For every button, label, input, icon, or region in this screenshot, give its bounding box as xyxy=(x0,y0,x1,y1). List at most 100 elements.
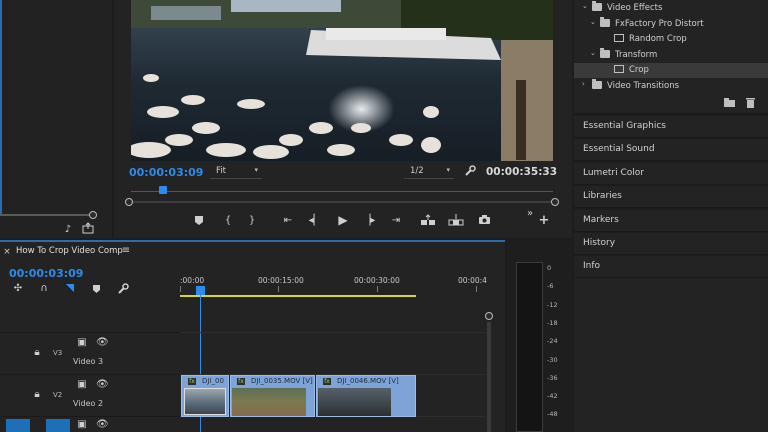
timeline-playhead-head[interactable] xyxy=(196,286,205,295)
meter-scale-label: -36 xyxy=(547,373,558,382)
program-playhead[interactable] xyxy=(159,186,167,194)
go-to-out-icon[interactable]: ⇥ xyxy=(388,215,404,227)
timeline-tab-underline xyxy=(0,240,505,242)
add-marker-timeline-icon[interactable] xyxy=(64,283,78,294)
work-area-bar[interactable] xyxy=(180,295,416,297)
panel-tab-label: Essential Sound xyxy=(583,144,655,155)
effects-tree-item[interactable]: Random Crop xyxy=(574,32,768,47)
effects-tree-item[interactable]: ⌄ Video Effects xyxy=(574,1,768,16)
add-marker-icon[interactable] xyxy=(194,215,206,226)
fit-dropdown[interactable]: Fit ▾ xyxy=(210,165,262,179)
add-button-icon[interactable]: + xyxy=(538,214,550,227)
effects-tree-item[interactable]: › Video Transitions xyxy=(574,79,768,94)
play-icon[interactable]: ▶ xyxy=(336,214,350,226)
meter-scale-label: -24 xyxy=(547,337,558,346)
linked-selection-icon[interactable]: ∩ xyxy=(37,283,51,295)
step-forward-icon[interactable]: ▕▸ xyxy=(362,215,376,227)
chevron-down-icon: ▾ xyxy=(446,166,450,174)
lock-icon[interactable]: 🔒︎ xyxy=(32,347,42,359)
program-monitor: 00:00:03:09 Fit ▾ 1/2 ▾ 00:00:35:33 { } … xyxy=(114,0,572,238)
resolution-dropdown[interactable]: 1/2 ▾ xyxy=(404,165,454,179)
mark-in-icon[interactable]: { xyxy=(222,215,234,227)
clip-thumbnail xyxy=(232,388,306,416)
meter-scale-label: -12 xyxy=(547,300,558,309)
program-zoom-bar[interactable] xyxy=(131,201,553,203)
go-to-in-icon[interactable]: ⇤ xyxy=(280,215,296,227)
zoom-handle-right[interactable] xyxy=(551,198,559,206)
effects-tree-item[interactable]: Crop xyxy=(574,63,768,79)
panel-tab-essential-sound[interactable]: Essential Sound xyxy=(574,139,768,162)
panel-tab-history[interactable]: History xyxy=(574,233,768,255)
ruler-label: 00:00:30:00 xyxy=(354,276,400,285)
camera-icon[interactable] xyxy=(478,214,494,225)
effects-tree-label: Transform xyxy=(615,49,658,60)
wrench-icon[interactable] xyxy=(464,165,478,177)
timeline-settings-icon[interactable] xyxy=(117,283,131,295)
clip-dji-0035[interactable]: fx DJI_0035.MOV [V] xyxy=(230,375,315,417)
chevron-right-icon[interactable]: › xyxy=(582,80,585,88)
new-bin-icon[interactable] xyxy=(724,98,736,107)
snap-icon[interactable]: ✣ xyxy=(11,283,25,295)
timeline-current-time[interactable]: 00:00:03:09 xyxy=(9,267,83,280)
effect-icon xyxy=(614,65,624,74)
eye-icon[interactable]: 👁︎ xyxy=(96,379,109,391)
source-patch-v1[interactable] xyxy=(6,419,30,432)
mark-out-icon[interactable]: } xyxy=(246,215,258,227)
audio-meter-bar xyxy=(516,262,543,432)
meter-scale-label: -48 xyxy=(547,410,558,419)
source-scrub-bar[interactable] xyxy=(0,214,96,216)
sequence-name[interactable]: How To Crop Video Comp xyxy=(16,246,123,256)
chevron-down-icon[interactable]: ⌄ xyxy=(590,18,596,26)
overwrite-icon[interactable] xyxy=(448,214,466,226)
eye-icon[interactable]: 👁︎ xyxy=(96,419,109,431)
source-monitor-frame xyxy=(0,0,2,215)
panel-tab-label: History xyxy=(583,238,616,248)
folder-icon xyxy=(600,16,610,27)
track-target-v1[interactable] xyxy=(46,419,70,432)
fx-badge-icon: fx xyxy=(323,378,331,385)
insert-icon[interactable] xyxy=(420,214,438,226)
lock-icon[interactable]: 🔒︎ xyxy=(32,389,42,401)
effect-icon xyxy=(614,34,624,43)
ruler-label: 00:00:4 xyxy=(458,276,487,285)
timeline-vertical-scrollbar[interactable] xyxy=(487,322,491,432)
film-icon[interactable]: ▣ xyxy=(76,419,88,431)
film-icon[interactable]: ▣ xyxy=(76,337,88,349)
panel-tab-markers[interactable]: Markers xyxy=(574,209,768,232)
insert-audio-icon[interactable]: ♪ xyxy=(62,224,74,236)
program-time-ruler[interactable] xyxy=(131,184,553,194)
track-name: Video 3 xyxy=(73,357,104,366)
track-header-v3[interactable]: 🔒︎ V3 ▣ 👁︎ Video 3 xyxy=(0,333,180,374)
clip-dji-0046[interactable]: fx DJI_0046.MOV [V] xyxy=(316,375,416,417)
trash-icon[interactable] xyxy=(746,98,758,108)
ruler-label: :00:00 xyxy=(180,276,205,285)
source-scroll-handle[interactable] xyxy=(89,211,97,219)
panel-tab-info[interactable]: Info xyxy=(574,256,768,279)
track-header-v2[interactable]: 🔒︎ V2 ▣ 👁︎ Video 2 xyxy=(0,375,180,416)
fx-badge-icon: fx xyxy=(237,378,245,385)
track-header-v1[interactable]: ▣ 👁︎ xyxy=(0,417,180,432)
panel-tab-lumetri-color[interactable]: Lumetri Color xyxy=(574,162,768,185)
panel-tab-essential-graphics[interactable]: Essential Graphics xyxy=(574,116,768,138)
meter-scale-label: -18 xyxy=(547,318,558,327)
effects-tree-label: Video Transitions xyxy=(607,81,680,91)
button-editor-icon[interactable]: » xyxy=(524,208,536,220)
zoom-handle-left[interactable] xyxy=(125,198,133,206)
chevron-down-icon[interactable]: ⌄ xyxy=(590,49,596,57)
panel-menu-icon[interactable]: ≡ xyxy=(120,245,132,257)
right-panel-empty-area xyxy=(574,278,768,432)
clip-dji-00[interactable]: fx DJI_00 xyxy=(181,375,229,417)
marker-icon[interactable] xyxy=(92,284,104,294)
effects-tree-item[interactable]: ⌄ FxFactory Pro Distort xyxy=(574,16,768,32)
meter-scale-label: -30 xyxy=(547,355,558,364)
export-frame-icon[interactable] xyxy=(82,222,96,234)
timeline-scroll-handle[interactable] xyxy=(485,312,493,320)
close-icon[interactable]: × xyxy=(2,246,12,258)
film-icon[interactable]: ▣ xyxy=(76,379,88,391)
step-back-icon[interactable]: ◂▏ xyxy=(308,215,322,227)
eye-icon[interactable]: 👁︎ xyxy=(96,337,109,349)
effects-tree-item[interactable]: ⌄ Transform xyxy=(574,47,768,63)
program-current-time[interactable]: 00:00:03:09 xyxy=(129,166,203,179)
panel-tab-libraries[interactable]: Libraries xyxy=(574,186,768,209)
chevron-down-icon[interactable]: ⌄ xyxy=(582,2,588,10)
